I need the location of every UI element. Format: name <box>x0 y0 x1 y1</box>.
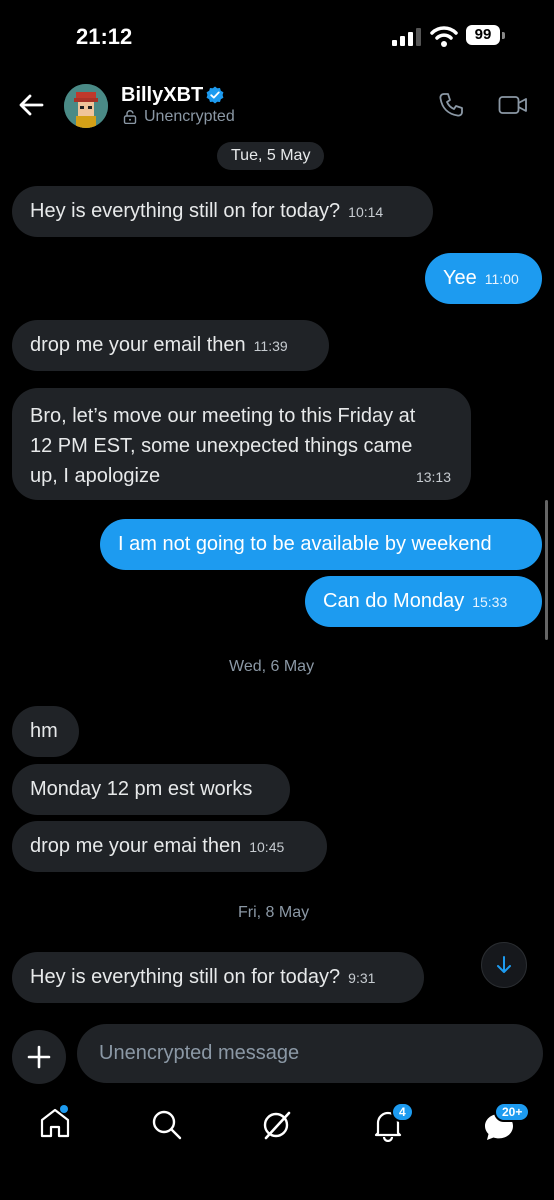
message-text: Hey is everything still on for today? <box>30 200 341 222</box>
message-time: 11:00 <box>484 271 519 287</box>
message-time: 10:14 <box>348 204 384 220</box>
date-separator: Tue, 5 May <box>217 142 325 170</box>
lock-icon <box>123 110 137 124</box>
message-text: hm <box>30 720 58 742</box>
message-text-line: Bro, let’s move our meeting to this Frid… <box>30 405 416 427</box>
message-sent[interactable]: Can do Monday 15:33 <box>305 576 542 627</box>
wifi-icon <box>430 26 458 47</box>
message-text: I am not going to be available by weeken… <box>118 533 492 555</box>
message-received[interactable]: drop me your emai then 10:45 <box>12 821 327 872</box>
home-notification-dot <box>60 1105 68 1113</box>
messages-badge: 20+ <box>494 1102 531 1122</box>
message-text-line: 12 PM EST, some unexpected things came <box>30 435 413 457</box>
add-attachment-button[interactable] <box>12 1030 66 1084</box>
plus-icon <box>27 1045 51 1069</box>
message-received[interactable]: Hey is everything still on for today? 10:… <box>12 186 433 237</box>
message-received[interactable]: Bro, let’s move our meeting to this Frid… <box>12 388 471 500</box>
battery-icon: 99 <box>466 25 506 47</box>
message-text: drop me your email then <box>30 334 246 356</box>
date-separator: Fri, 8 May <box>238 904 310 921</box>
encryption-status: Unencrypted <box>144 108 235 125</box>
message-sent[interactable]: I am not going to be available by weeken… <box>100 519 542 570</box>
avatar[interactable] <box>64 84 108 128</box>
message-text: Yee <box>443 267 477 289</box>
message-text: Hey is everything still on for today? <box>30 966 341 988</box>
message-input[interactable] <box>77 1024 541 1083</box>
message-time: 13:13 <box>415 469 451 485</box>
phone-icon[interactable] <box>438 92 464 118</box>
message-text: Can do Monday <box>323 590 465 612</box>
message-received[interactable]: hm <box>12 706 79 757</box>
message-composer[interactable] <box>77 1024 543 1083</box>
message-text-line: up, I apologize <box>30 465 161 487</box>
arrow-down-icon <box>497 956 511 973</box>
battery-level: 99 <box>466 25 500 45</box>
message-text: drop me your emai then <box>30 835 242 857</box>
date-separator: Wed, 6 May <box>229 658 315 675</box>
search-icon[interactable] <box>150 1108 184 1142</box>
status-time: 21:12 <box>76 24 133 49</box>
message-time: 10:45 <box>249 839 285 855</box>
message-text: Monday 12 pm est works <box>30 778 253 800</box>
grok-icon[interactable] <box>260 1108 294 1142</box>
cellular-signal-icon <box>392 28 421 46</box>
message-received[interactable]: Hey is everything still on for today? 9:3… <box>12 952 424 1003</box>
message-sent[interactable]: Yee 11:00 <box>425 253 542 304</box>
notifications-badge: 4 <box>391 1102 414 1122</box>
message-time: 11:39 <box>253 338 288 354</box>
scroll-to-bottom-button[interactable] <box>481 942 527 988</box>
video-icon[interactable] <box>498 94 528 116</box>
message-time: 15:33 <box>472 594 508 610</box>
contact-name[interactable]: BillyXBT <box>121 84 203 107</box>
message-received[interactable]: drop me your email then 11:39 <box>12 320 329 371</box>
scrollbar[interactable] <box>545 500 548 640</box>
back-arrow-icon[interactable] <box>18 92 44 118</box>
message-time: 9:31 <box>348 970 376 986</box>
message-received[interactable]: Monday 12 pm est works <box>12 764 290 815</box>
verified-badge-icon <box>206 86 224 104</box>
